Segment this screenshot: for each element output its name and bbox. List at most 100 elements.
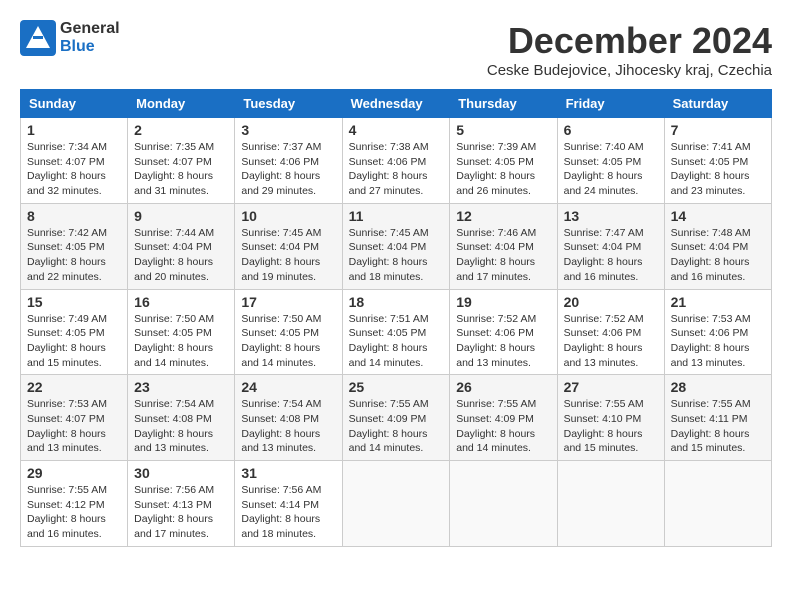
- calendar-cell: 27 Sunrise: 7:55 AMSunset: 4:10 PMDaylig…: [557, 375, 664, 461]
- calendar-cell: 29 Sunrise: 7:55 AMSunset: 4:12 PMDaylig…: [21, 461, 128, 547]
- logo-icon: [20, 20, 56, 56]
- day-info: Sunrise: 7:56 AMSunset: 4:14 PMDaylight:…: [241, 484, 321, 540]
- day-number: 20: [564, 294, 658, 310]
- calendar-cell: [342, 461, 450, 547]
- day-info: Sunrise: 7:41 AMSunset: 4:05 PMDaylight:…: [671, 141, 751, 197]
- day-info: Sunrise: 7:40 AMSunset: 4:05 PMDaylight:…: [564, 141, 644, 197]
- calendar-cell: 19 Sunrise: 7:52 AMSunset: 4:06 PMDaylig…: [450, 289, 557, 375]
- day-info: Sunrise: 7:45 AMSunset: 4:04 PMDaylight:…: [349, 227, 429, 283]
- day-info: Sunrise: 7:35 AMSunset: 4:07 PMDaylight:…: [134, 141, 214, 197]
- day-number: 27: [564, 379, 658, 395]
- calendar-cell: 28 Sunrise: 7:55 AMSunset: 4:11 PMDaylig…: [664, 375, 771, 461]
- logo-general: General: [60, 20, 120, 38]
- calendar-cell: 13 Sunrise: 7:47 AMSunset: 4:04 PMDaylig…: [557, 203, 664, 289]
- location-title: Ceske Budejovice, Jihocesky kraj, Czechi…: [487, 62, 772, 79]
- day-number: 8: [27, 208, 121, 224]
- day-info: Sunrise: 7:54 AMSunset: 4:08 PMDaylight:…: [134, 398, 214, 454]
- calendar-cell: 31 Sunrise: 7:56 AMSunset: 4:14 PMDaylig…: [235, 461, 342, 547]
- day-info: Sunrise: 7:55 AMSunset: 4:12 PMDaylight:…: [27, 484, 107, 540]
- calendar-week: 8 Sunrise: 7:42 AMSunset: 4:05 PMDayligh…: [21, 203, 772, 289]
- day-info: Sunrise: 7:49 AMSunset: 4:05 PMDaylight:…: [27, 313, 107, 369]
- day-info: Sunrise: 7:55 AMSunset: 4:09 PMDaylight:…: [349, 398, 429, 454]
- day-info: Sunrise: 7:38 AMSunset: 4:06 PMDaylight:…: [349, 141, 429, 197]
- day-number: 29: [27, 465, 121, 481]
- day-info: Sunrise: 7:55 AMSunset: 4:10 PMDaylight:…: [564, 398, 644, 454]
- day-info: Sunrise: 7:52 AMSunset: 4:06 PMDaylight:…: [564, 313, 644, 369]
- day-number: 2: [134, 122, 228, 138]
- day-number: 25: [349, 379, 444, 395]
- month-title: December 2024: [487, 20, 772, 62]
- day-info: Sunrise: 7:45 AMSunset: 4:04 PMDaylight:…: [241, 227, 321, 283]
- calendar-cell: 30 Sunrise: 7:56 AMSunset: 4:13 PMDaylig…: [128, 461, 235, 547]
- day-number: 11: [349, 208, 444, 224]
- calendar-cell: 16 Sunrise: 7:50 AMSunset: 4:05 PMDaylig…: [128, 289, 235, 375]
- calendar-cell: 12 Sunrise: 7:46 AMSunset: 4:04 PMDaylig…: [450, 203, 557, 289]
- calendar-cell: 7 Sunrise: 7:41 AMSunset: 4:05 PMDayligh…: [664, 118, 771, 204]
- calendar-cell: 17 Sunrise: 7:50 AMSunset: 4:05 PMDaylig…: [235, 289, 342, 375]
- weekday-header: Sunday: [21, 90, 128, 118]
- calendar: SundayMondayTuesdayWednesdayThursdayFrid…: [20, 89, 772, 547]
- calendar-cell: 23 Sunrise: 7:54 AMSunset: 4:08 PMDaylig…: [128, 375, 235, 461]
- logo: General Blue: [20, 20, 120, 56]
- calendar-cell: [664, 461, 771, 547]
- day-number: 16: [134, 294, 228, 310]
- day-number: 10: [241, 208, 335, 224]
- weekday-header: Tuesday: [235, 90, 342, 118]
- calendar-cell: 18 Sunrise: 7:51 AMSunset: 4:05 PMDaylig…: [342, 289, 450, 375]
- day-number: 14: [671, 208, 765, 224]
- weekday-header: Thursday: [450, 90, 557, 118]
- day-info: Sunrise: 7:46 AMSunset: 4:04 PMDaylight:…: [456, 227, 536, 283]
- calendar-header: SundayMondayTuesdayWednesdayThursdayFrid…: [21, 90, 772, 118]
- day-number: 24: [241, 379, 335, 395]
- day-info: Sunrise: 7:42 AMSunset: 4:05 PMDaylight:…: [27, 227, 107, 283]
- day-number: 1: [27, 122, 121, 138]
- day-number: 26: [456, 379, 550, 395]
- day-number: 28: [671, 379, 765, 395]
- calendar-cell: [557, 461, 664, 547]
- calendar-cell: 2 Sunrise: 7:35 AMSunset: 4:07 PMDayligh…: [128, 118, 235, 204]
- day-number: 31: [241, 465, 335, 481]
- day-number: 9: [134, 208, 228, 224]
- day-number: 5: [456, 122, 550, 138]
- day-info: Sunrise: 7:39 AMSunset: 4:05 PMDaylight:…: [456, 141, 536, 197]
- day-info: Sunrise: 7:52 AMSunset: 4:06 PMDaylight:…: [456, 313, 536, 369]
- calendar-body: 1 Sunrise: 7:34 AMSunset: 4:07 PMDayligh…: [21, 118, 772, 547]
- calendar-cell: 10 Sunrise: 7:45 AMSunset: 4:04 PMDaylig…: [235, 203, 342, 289]
- calendar-cell: 9 Sunrise: 7:44 AMSunset: 4:04 PMDayligh…: [128, 203, 235, 289]
- day-info: Sunrise: 7:56 AMSunset: 4:13 PMDaylight:…: [134, 484, 214, 540]
- calendar-cell: 1 Sunrise: 7:34 AMSunset: 4:07 PMDayligh…: [21, 118, 128, 204]
- day-number: 3: [241, 122, 335, 138]
- calendar-cell: 22 Sunrise: 7:53 AMSunset: 4:07 PMDaylig…: [21, 375, 128, 461]
- calendar-week: 29 Sunrise: 7:55 AMSunset: 4:12 PMDaylig…: [21, 461, 772, 547]
- day-info: Sunrise: 7:53 AMSunset: 4:06 PMDaylight:…: [671, 313, 751, 369]
- calendar-cell: 11 Sunrise: 7:45 AMSunset: 4:04 PMDaylig…: [342, 203, 450, 289]
- calendar-cell: 8 Sunrise: 7:42 AMSunset: 4:05 PMDayligh…: [21, 203, 128, 289]
- day-number: 4: [349, 122, 444, 138]
- day-info: Sunrise: 7:48 AMSunset: 4:04 PMDaylight:…: [671, 227, 751, 283]
- title-area: December 2024 Ceske Budejovice, Jihocesk…: [487, 20, 772, 79]
- day-number: 21: [671, 294, 765, 310]
- day-info: Sunrise: 7:37 AMSunset: 4:06 PMDaylight:…: [241, 141, 321, 197]
- calendar-cell: 26 Sunrise: 7:55 AMSunset: 4:09 PMDaylig…: [450, 375, 557, 461]
- calendar-cell: 24 Sunrise: 7:54 AMSunset: 4:08 PMDaylig…: [235, 375, 342, 461]
- weekday-header: Wednesday: [342, 90, 450, 118]
- day-number: 15: [27, 294, 121, 310]
- day-number: 23: [134, 379, 228, 395]
- calendar-cell: 14 Sunrise: 7:48 AMSunset: 4:04 PMDaylig…: [664, 203, 771, 289]
- calendar-week: 1 Sunrise: 7:34 AMSunset: 4:07 PMDayligh…: [21, 118, 772, 204]
- day-number: 13: [564, 208, 658, 224]
- calendar-cell: 20 Sunrise: 7:52 AMSunset: 4:06 PMDaylig…: [557, 289, 664, 375]
- day-info: Sunrise: 7:44 AMSunset: 4:04 PMDaylight:…: [134, 227, 214, 283]
- day-number: 6: [564, 122, 658, 138]
- weekday-header: Monday: [128, 90, 235, 118]
- calendar-cell: 3 Sunrise: 7:37 AMSunset: 4:06 PMDayligh…: [235, 118, 342, 204]
- day-info: Sunrise: 7:54 AMSunset: 4:08 PMDaylight:…: [241, 398, 321, 454]
- calendar-week: 22 Sunrise: 7:53 AMSunset: 4:07 PMDaylig…: [21, 375, 772, 461]
- logo-blue: Blue: [60, 38, 120, 56]
- day-number: 18: [349, 294, 444, 310]
- day-info: Sunrise: 7:55 AMSunset: 4:11 PMDaylight:…: [671, 398, 751, 454]
- calendar-cell: [450, 461, 557, 547]
- day-info: Sunrise: 7:50 AMSunset: 4:05 PMDaylight:…: [241, 313, 321, 369]
- day-info: Sunrise: 7:55 AMSunset: 4:09 PMDaylight:…: [456, 398, 536, 454]
- weekday-header: Friday: [557, 90, 664, 118]
